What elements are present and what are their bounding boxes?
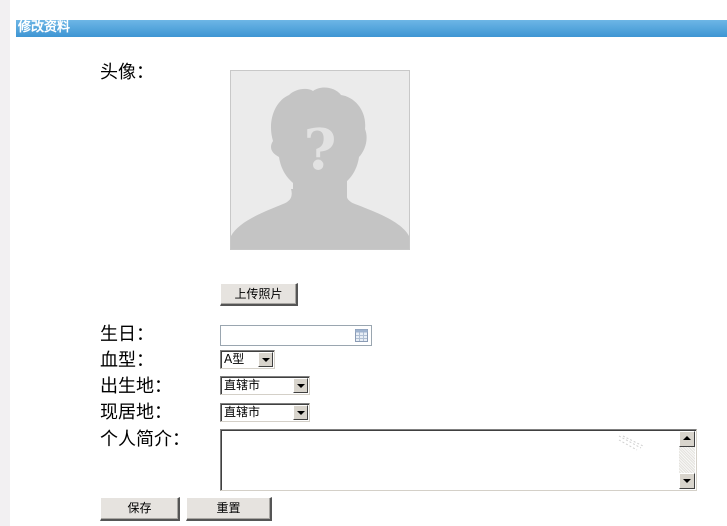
chevron-down-icon[interactable] <box>293 405 308 420</box>
blood-type-label: 血型： <box>100 350 154 371</box>
residence-value: 直辖市 <box>224 405 261 419</box>
residence-label: 现居地： <box>100 402 172 423</box>
scroll-down-icon[interactable] <box>679 473 695 489</box>
scroll-up-icon[interactable] <box>679 431 695 447</box>
unknown-person-icon: ? <box>231 71 409 249</box>
birthday-label: 生日： <box>100 324 154 345</box>
bio-textarea[interactable] <box>220 429 697 491</box>
birthday-input[interactable] <box>220 325 372 346</box>
blood-type-value: A型 <box>224 352 245 366</box>
bio-label: 个人简介： <box>100 429 190 450</box>
chevron-down-icon[interactable] <box>258 352 273 367</box>
upload-photo-button[interactable]: 上传照片 <box>220 283 298 306</box>
save-button[interactable]: 保存 <box>100 497 180 521</box>
resize-grip-icon <box>618 435 643 451</box>
avatar-label: 头像： <box>100 62 154 83</box>
avatar-image: ? <box>230 70 410 250</box>
bio-scrollbar[interactable] <box>679 431 695 489</box>
calendar-icon[interactable] <box>355 329 368 342</box>
left-edge-strip <box>0 0 10 526</box>
svg-text:?: ? <box>304 117 337 183</box>
birthplace-label: 出生地： <box>100 376 172 397</box>
reset-button[interactable]: 重置 <box>186 497 272 521</box>
residence-select[interactable]: 直辖市 <box>220 403 310 422</box>
section-title: 修改资料 <box>18 20 71 35</box>
birthplace-select[interactable]: 直辖市 <box>220 376 310 395</box>
section-header: 修改资料 <box>16 20 727 37</box>
chevron-down-icon[interactable] <box>293 378 308 393</box>
birthplace-value: 直辖市 <box>224 378 261 392</box>
blood-type-select[interactable]: A型 <box>220 350 275 369</box>
